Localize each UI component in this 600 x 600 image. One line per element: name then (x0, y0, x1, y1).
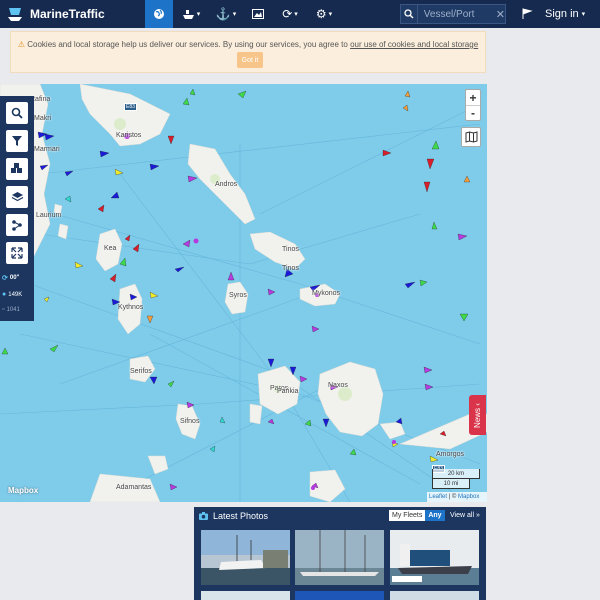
map[interactable]: Karistos Andros Tinos Tinos Mykonos Kea Kythno… (0, 84, 487, 502)
boxes-icon (11, 163, 22, 173)
news-tab[interactable]: News ‹ (469, 395, 486, 435)
scale-mi: 10 mi (432, 479, 470, 489)
sign-in-button[interactable]: Sign in ▾ (545, 0, 585, 28)
nodes-icon (12, 220, 22, 231)
map-toolbar: ⟳ 00" ● 149K ▫ 1041 (0, 96, 34, 321)
nav-flag[interactable] (514, 0, 540, 28)
vessel-photo[interactable] (201, 530, 290, 585)
layers-tool-button[interactable] (6, 186, 28, 208)
globe-icon (154, 9, 164, 19)
search-icon[interactable] (401, 5, 418, 23)
vessel-photo[interactable] (390, 591, 479, 600)
zoom-control: + - (465, 89, 481, 121)
flag-icon (522, 8, 533, 19)
place-label: Kea (104, 245, 117, 252)
map-scale: 20 km 10 mi (432, 469, 480, 489)
image-icon (252, 9, 264, 19)
cookie-text: ⚠ Cookies and local storage help us deli… (17, 40, 479, 49)
place-label: Syros (229, 292, 247, 299)
got-it-button[interactable]: Got it (237, 52, 263, 68)
mapbox-logo[interactable]: Mapbox (8, 486, 38, 495)
hidden-count: ▫ 1041 (2, 306, 20, 313)
brand[interactable]: MarineTraffic (0, 0, 145, 28)
marinetraffic-logo-icon (8, 8, 22, 21)
nav-vessels[interactable]: ▾ (173, 0, 209, 28)
square-icon: ▫ (2, 306, 5, 313)
map-layers-button[interactable] (461, 127, 481, 147)
road-badge: E83 (124, 103, 137, 111)
mapbox-link[interactable]: Mapbox (458, 494, 479, 500)
search-tool-button[interactable] (6, 102, 28, 124)
fleet-tool-button[interactable] (6, 158, 28, 180)
place-label: Kythnos (118, 304, 144, 311)
funnel-icon (12, 136, 22, 146)
vessel-count: ● 149K (2, 291, 23, 298)
map-icon (465, 131, 477, 143)
search-input[interactable] (423, 8, 494, 20)
zoom-in-button[interactable]: + (466, 90, 480, 105)
expand-icon (11, 247, 23, 259)
place-label: Amorgos (436, 451, 465, 458)
filter-tool-button[interactable] (6, 130, 28, 152)
caret-down-icon: ▾ (232, 11, 237, 18)
anchor-icon: ⚓ (215, 7, 231, 21)
refresh-timer[interactable]: ⟳ 00" (2, 274, 19, 282)
place-label: Tinos (282, 265, 299, 272)
vessel-photo[interactable] (390, 530, 479, 585)
zoom-out-button[interactable]: - (466, 105, 480, 120)
place-label: Sifnos (180, 418, 200, 425)
layers-icon (11, 192, 23, 202)
caret-down-icon: ▾ (328, 11, 333, 18)
warning-icon: ⚠ (17, 40, 25, 49)
place-label: Adamantas (116, 484, 152, 491)
top-navbar: MarineTraffic ▾ ⚓ ▾ ⟳ ▾ ⚙ ▾ ✕ Sign in ▾ (0, 0, 600, 28)
ship-icon (182, 9, 194, 19)
vessel-photo[interactable] (201, 591, 290, 600)
place-label: Makri (34, 115, 52, 122)
fullscreen-tool-button[interactable] (6, 242, 28, 264)
nav-ports[interactable]: ⚓ ▾ (209, 0, 243, 28)
place-label: Mykonos (312, 290, 341, 297)
camera-icon (199, 512, 208, 520)
view-all-link[interactable]: View all » (450, 512, 480, 519)
latest-photos-panel: Latest Photos My Fleets Any View all » (194, 507, 486, 600)
place-label: Parikia (277, 388, 299, 395)
vessel-photo[interactable] (295, 591, 384, 600)
refresh-icon: ⟳ (2, 275, 8, 282)
nav-fleet[interactable]: ⟳ ▾ (273, 0, 307, 28)
caret-down-icon: ▾ (196, 11, 201, 18)
place-label: Laurium (36, 212, 62, 219)
any-toggle[interactable]: Any (425, 510, 445, 521)
place-label: Tinos (282, 246, 299, 253)
map-attribution: Leaflet | © Mapbox (427, 492, 487, 502)
caret-down-icon: ▾ (581, 11, 586, 18)
caret-down-icon: ▾ (294, 11, 298, 18)
info-icon: ● (2, 291, 7, 298)
nav-live-map[interactable] (145, 0, 173, 28)
nav-photos[interactable] (243, 0, 273, 28)
cookie-policy-link[interactable]: our use of cookies and local storage (350, 40, 478, 49)
my-fleets-toggle[interactable]: My Fleets (389, 510, 426, 521)
vessel-photo[interactable] (295, 530, 384, 585)
place-label: Marmari (34, 146, 60, 153)
fleet-toggle: My Fleets Any (389, 510, 445, 521)
share-tool-button[interactable] (6, 214, 28, 236)
leaflet-link[interactable]: Leaflet (429, 494, 447, 500)
brand-name: MarineTraffic (30, 7, 105, 21)
magnifier-icon (11, 107, 23, 119)
sign-in-label: Sign in (545, 8, 579, 20)
close-icon[interactable]: ✕ (496, 8, 505, 21)
place-label: Serifos (130, 368, 152, 375)
vessel-search: ✕ (400, 4, 506, 24)
place-label: Andros (215, 181, 238, 188)
place-label: Naxos (328, 382, 348, 389)
gear-icon: ⚙ (315, 7, 327, 21)
scale-km: 20 km (432, 469, 480, 479)
place-label: Karistos (116, 132, 142, 139)
photos-title: Latest Photos (213, 511, 269, 521)
refresh-icon: ⟳ (282, 7, 293, 21)
nav-settings[interactable]: ⚙ ▾ (307, 0, 341, 28)
